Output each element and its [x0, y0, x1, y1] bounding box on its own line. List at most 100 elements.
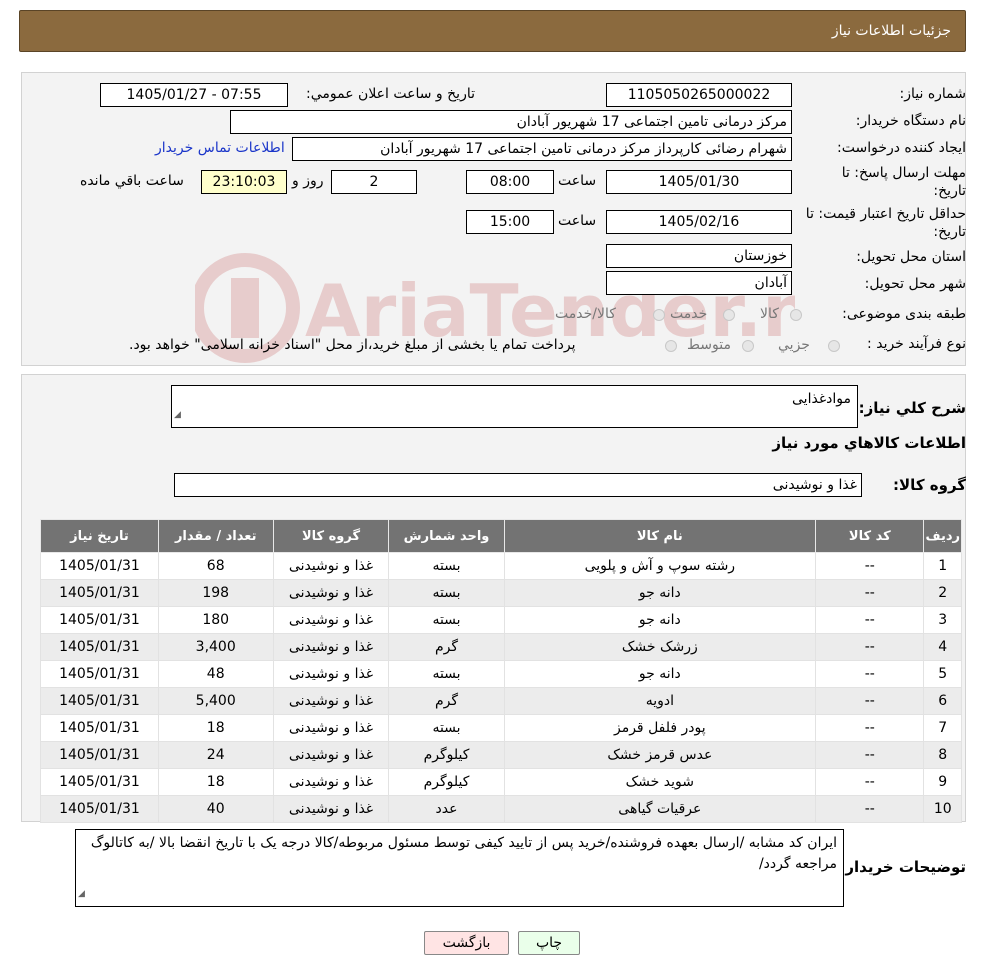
page-header: جزئیات اطلاعات نیاز	[19, 10, 966, 52]
cell-quantity: 198	[157, 579, 274, 607]
table-header-row: رديف کد کالا نام کالا واحد شمارش گروه کا…	[40, 519, 962, 553]
goods-group-field: غذا و نوشیدنی	[174, 473, 862, 497]
col-unit: واحد شمارش	[388, 519, 505, 553]
province-field: خوزستان	[606, 244, 792, 268]
treasury-payment-checkbox[interactable]	[665, 340, 677, 352]
process-option-medium: متوسط	[687, 337, 731, 353]
goods-section-title: اطلاعات کالاهاي مورد نياز	[772, 434, 966, 452]
cell-group: غذا و نوشیدنی	[272, 552, 390, 580]
col-quantity: تعداد / مقدار	[157, 519, 274, 553]
category-option-goods-service: کالا/خدمت	[555, 306, 616, 322]
cell-group: غذا و نوشیدنی	[272, 633, 390, 661]
back-button[interactable]: بازگشت	[424, 931, 509, 955]
deadline-label: مهلت ارسال پاسخ: تا	[841, 165, 966, 181]
col-group: گروه کالا	[272, 519, 390, 553]
announce-date-field: 1405/01/27 - 07:55	[100, 83, 288, 107]
print-button[interactable]: چاپ	[518, 931, 580, 955]
resize-grip-icon: ◢	[78, 889, 85, 899]
cell-name: زرشک خشک	[503, 633, 817, 661]
buyer-notes-label: توضيحات خريدار:	[839, 858, 966, 876]
process-radio-minor[interactable]	[828, 340, 840, 352]
cell-date: 1405/01/31	[40, 579, 159, 607]
cell-group: غذا و نوشیدنی	[272, 579, 390, 607]
cell-name: دانه جو	[503, 606, 817, 634]
remaining-time-label: ساعت باقي مانده	[80, 173, 184, 189]
process-radio-medium[interactable]	[742, 340, 754, 352]
category-option-service: خدمت	[670, 306, 708, 322]
cell-code: --	[815, 606, 925, 634]
cell-date: 1405/01/31	[40, 768, 159, 796]
cell-date: 1405/01/31	[40, 552, 159, 580]
cell-unit: کیلوگرم	[388, 741, 505, 769]
cell-code: --	[815, 687, 925, 715]
cell-unit: عدد	[388, 795, 505, 823]
cell-unit: کیلوگرم	[388, 768, 505, 796]
cell-name: عرقیات گیاهی	[503, 795, 817, 823]
city-label: شهر محل تحويل:	[864, 276, 966, 292]
cell-quantity: 5,400	[157, 687, 274, 715]
cell-date: 1405/01/31	[40, 714, 159, 742]
cell-code: --	[815, 660, 925, 688]
cell-row: 3	[923, 606, 962, 634]
cell-group: غذا و نوشیدنی	[272, 768, 390, 796]
table-row: 4 -- زرشک خشک گرم غذا و نوشیدنی 3,400 1405/01/…	[40, 633, 962, 661]
cell-date: 1405/01/31	[40, 741, 159, 769]
table-row: 2 -- دانه جو بسته غذا و نوشیدنی 198 1405/01/31	[40, 579, 962, 607]
cell-code: --	[815, 579, 925, 607]
cell-quantity: 18	[157, 768, 274, 796]
remaining-days-field: 2	[331, 170, 417, 194]
cell-unit: بسته	[388, 579, 505, 607]
validity-time-label: ساعت	[558, 213, 597, 229]
cell-name: پودر فلفل قرمز	[503, 714, 817, 742]
category-radio-goods[interactable]	[790, 309, 802, 321]
table-row: 5 -- دانه جو بسته غذا و نوشیدنی 48 1405/01/31	[40, 660, 962, 688]
buyer-contact-link[interactable]: اطلاعات تماس خريدار	[155, 140, 285, 156]
cell-quantity: 3,400	[157, 633, 274, 661]
cell-group: غذا و نوشیدنی	[272, 795, 390, 823]
table-row: 1 -- رشته سوپ و آش و پلویی بسته غذا و نوشیدن…	[40, 552, 962, 580]
goods-table: رديف کد کالا نام کالا واحد شمارش گروه کا…	[40, 519, 962, 823]
validity-time-field: 15:00	[466, 210, 554, 234]
cell-row: 5	[923, 660, 962, 688]
cell-code: --	[815, 768, 925, 796]
cell-quantity: 24	[157, 741, 274, 769]
validity-date-field: 1405/02/16	[606, 210, 792, 234]
buyer-notes-text: ایران کد مشابه /ارسال بعهده فروشنده/خرید…	[90, 835, 837, 872]
creator-field: شهرام رضائی کارپرداز مرکز درمانی تامین ا…	[292, 137, 792, 161]
cell-code: --	[815, 795, 925, 823]
cell-row: 10	[923, 795, 962, 823]
cell-quantity: 18	[157, 714, 274, 742]
validity-label: حداقل تاريخ اعتبار قيمت: تا	[805, 206, 966, 222]
remaining-time-field: 23:10:03	[201, 170, 287, 194]
cell-date: 1405/01/31	[40, 660, 159, 688]
cell-row: 4	[923, 633, 962, 661]
category-option-goods: کالا	[760, 306, 779, 322]
cell-date: 1405/01/31	[40, 687, 159, 715]
cell-code: --	[815, 633, 925, 661]
category-radio-goods-service[interactable]	[653, 309, 665, 321]
cell-row: 1	[923, 552, 962, 580]
cell-date: 1405/01/31	[40, 606, 159, 634]
process-type-label: نوع فرآيند خريد :	[867, 336, 966, 352]
cell-unit: بسته	[388, 660, 505, 688]
cell-unit: بسته	[388, 714, 505, 742]
cell-date: 1405/01/31	[40, 633, 159, 661]
cell-quantity: 48	[157, 660, 274, 688]
col-code: کد کالا	[815, 519, 925, 553]
page-title: جزئیات اطلاعات نیاز	[831, 23, 951, 39]
deadline-time-label: ساعت	[558, 173, 597, 189]
cell-name: عدس قرمز خشک	[503, 741, 817, 769]
cell-quantity: 40	[157, 795, 274, 823]
cell-name: دانه جو	[503, 660, 817, 688]
cell-quantity: 180	[157, 606, 274, 634]
cell-row: 2	[923, 579, 962, 607]
table-row: 3 -- دانه جو بسته غذا و نوشیدنی 180 1405/01/31	[40, 606, 962, 634]
process-option-minor: جزيي	[778, 337, 810, 353]
table-row: 7 -- پودر فلفل قرمز بسته غذا و نوشیدنی 18 1405…	[40, 714, 962, 742]
cell-name: ادويه	[503, 687, 817, 715]
cell-group: غذا و نوشیدنی	[272, 687, 390, 715]
category-label: طبقه بندی موضوعی:	[842, 306, 966, 322]
province-label: استان محل تحويل:	[856, 249, 966, 265]
category-radio-service[interactable]	[723, 309, 735, 321]
cell-code: --	[815, 552, 925, 580]
